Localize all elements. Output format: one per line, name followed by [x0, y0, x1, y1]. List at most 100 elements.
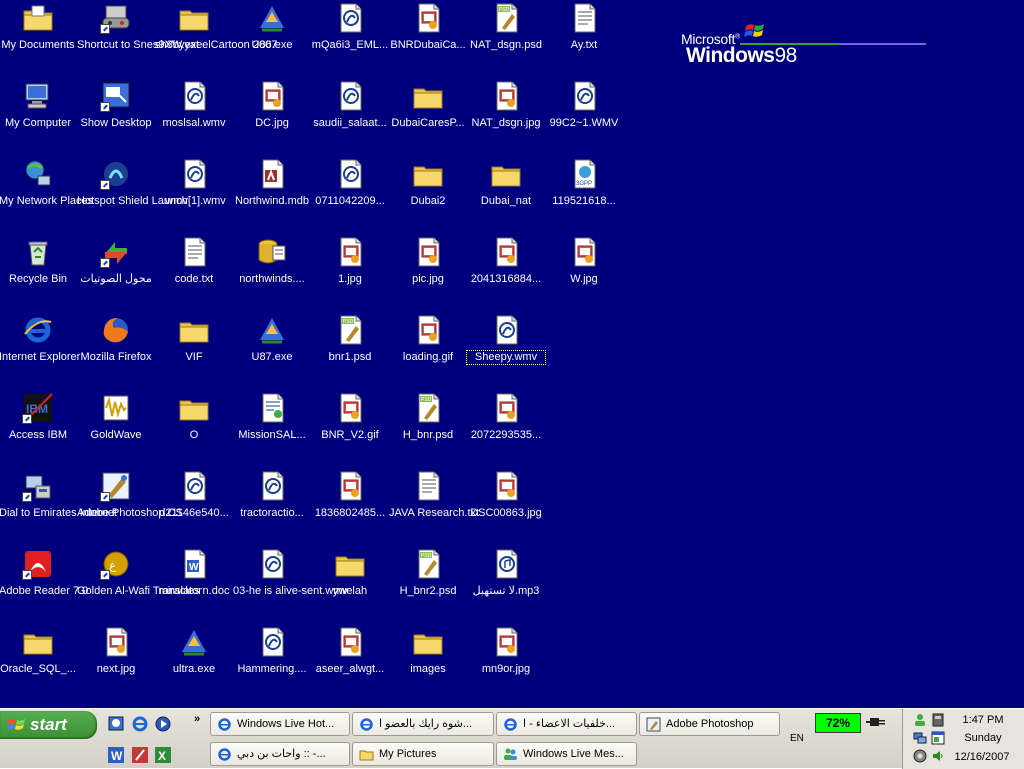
desktop-icon[interactable]: Northwind.mdb — [233, 158, 311, 234]
power-plug-icon[interactable] — [866, 715, 886, 729]
language-indicator[interactable]: EN — [790, 733, 804, 744]
desktop-icon[interactable]: code.txt — [155, 236, 233, 312]
desktop-icon[interactable]: U87.exe — [233, 314, 311, 390]
desktop-icon[interactable]: Adobe Reader 7.0 — [0, 548, 88, 624]
taskbar-button[interactable]: شوه رايك بالعضو ا... — [352, 712, 494, 736]
desktop-icon-label: saudii_salaat... — [313, 117, 387, 129]
desktop-icon[interactable]: VIF — [155, 314, 233, 390]
desktop-icon[interactable]: 3GPP 119521618... — [545, 158, 623, 234]
security-tray-icon[interactable] — [913, 749, 927, 763]
desktop-icon[interactable]: PSD H_bnr.psd — [389, 392, 467, 468]
desktop-icon[interactable]: ع Golden Al-Wafi Translator — [77, 548, 202, 624]
desktop-icon[interactable]: DC.jpg — [233, 80, 311, 156]
messenger-tray-icon[interactable] — [913, 713, 927, 727]
desktop-icon[interactable]: IBM Access IBM — [0, 392, 77, 468]
desktop-icon[interactable]: 0711042209... — [311, 158, 389, 234]
desktop-icon-label: Oracle_SQL_... — [0, 663, 76, 675]
desktop-icon[interactable]: GoldWave — [77, 392, 155, 468]
desktop-icon[interactable]: U86.exe — [233, 2, 311, 78]
desktop-icon[interactable]: 2041316884... — [467, 236, 545, 312]
desktop-icon[interactable]: W.jpg — [545, 236, 623, 312]
desktop-icon[interactable]: northwinds.... — [233, 236, 311, 312]
desktop-icon[interactable]: 99C2~1.WMV — [545, 80, 623, 156]
desktop-icon[interactable]: محول الصوتيات — [77, 236, 155, 312]
desktop-icon[interactable]: BNR_V2.gif — [311, 392, 389, 468]
desktop-icon[interactable]: Sheepy.wmv — [466, 314, 546, 390]
quicklaunch-media-player-icon[interactable] — [154, 715, 172, 733]
ie-icon — [217, 747, 232, 762]
windows-flag-icon — [8, 719, 25, 730]
desktop-icon[interactable]: Mozilla Firefox — [77, 314, 155, 390]
desktop-icon[interactable]: BNRDubaiCa... — [389, 2, 467, 78]
desktop-icon[interactable]: images — [389, 626, 467, 702]
clock-time[interactable]: 1:47 PM — [958, 714, 1008, 726]
taskbar-button[interactable]: واحات بن دبي :: -... — [210, 742, 350, 766]
desktop-icon[interactable]: Recycle Bin — [0, 236, 77, 312]
quicklaunch-word-icon[interactable]: W — [107, 746, 125, 764]
desktop-icon[interactable]: d21146e540... — [155, 470, 233, 546]
clock-date[interactable]: 12/16/2007 — [950, 751, 1014, 763]
desktop-icon[interactable]: PSD H_bnr2.psd — [389, 548, 467, 624]
desktop-icon[interactable]: My Computer — [0, 80, 77, 156]
desktop-icon[interactable]: 03-he is alive-sent.wmv — [233, 548, 348, 624]
taskbar-button[interactable]: خلفيات الاعضاء - ا... — [496, 712, 637, 736]
desktop-icon[interactable]: DubaiCaresP... — [389, 80, 467, 156]
quicklaunch-ie-icon[interactable] — [131, 715, 149, 733]
desktop[interactable]: Microsoft® Windows98 My Documents My Comp… — [0, 0, 1024, 708]
desktop-icon[interactable]: Hammering.... — [233, 626, 311, 702]
device-tray-icon[interactable] — [931, 713, 945, 727]
desktop-icon[interactable]: loading.gif — [389, 314, 467, 390]
volume-tray-icon[interactable] — [931, 749, 945, 763]
desktop-icon[interactable]: saudii_salaat... — [311, 80, 389, 156]
desktop-icon[interactable]: ywelah — [311, 548, 389, 624]
desktop-icon[interactable]: Dubai2 — [389, 158, 467, 234]
clock-day[interactable]: Sunday — [958, 732, 1008, 744]
desktop-icon[interactable]: next.jpg — [77, 626, 155, 702]
desktop-icon[interactable]: pic.jpg — [389, 236, 467, 312]
desktop-icon[interactable]: Adobe Photoshop CS — [77, 470, 183, 546]
desktop-icon[interactable]: Wmiracles n.doc — [155, 548, 233, 624]
desktop-icon[interactable]: 1836802485... — [311, 470, 389, 546]
quicklaunch-pen-icon[interactable] — [131, 746, 149, 764]
desktop-icon[interactable]: Hotspot Shield Launch — [77, 158, 188, 234]
quicklaunch-chevron-icon[interactable]: » — [194, 713, 200, 725]
desktop-icon[interactable]: tractoractio... — [233, 470, 311, 546]
quicklaunch-show-desktop-icon[interactable] — [107, 715, 125, 733]
desktop-icon[interactable]: Oracle_SQL_... — [0, 626, 77, 702]
desktop-icon[interactable]: ultra.exe — [155, 626, 233, 702]
network-tray-icon[interactable] — [913, 731, 927, 745]
desktop-icon[interactable]: moslsal.wmv — [155, 80, 233, 156]
battery-meter[interactable]: 72% — [815, 713, 861, 733]
desktop-icon[interactable]: لا تستهبل.mp3 — [467, 548, 545, 624]
desktop-icon[interactable]: Ay.txt — [545, 2, 623, 78]
desktop-icon[interactable]: NAT_dsgn.jpg — [467, 80, 545, 156]
taskbar-button[interactable]: Adobe Photoshop — [639, 712, 780, 736]
quicklaunch-excel-icon[interactable]: X — [154, 746, 172, 764]
desktop-icon[interactable]: O — [155, 392, 233, 468]
desktop-icon[interactable]: mQa6i3_EML... — [311, 2, 389, 78]
desktop-icon[interactable]: JAVA Research.txt — [389, 470, 479, 546]
desktop-icon[interactable]: My Network Places — [0, 158, 93, 234]
taskbar-button[interactable]: Windows Live Hot... — [210, 712, 350, 736]
desktop-icon[interactable]: Show Desktop — [77, 80, 155, 156]
desktop-icon[interactable]: sh3byyat elCartoon 2007 — [155, 2, 277, 78]
taskbar-button[interactable]: My Pictures — [352, 742, 494, 766]
desktop-icon[interactable]: 2072293535... — [467, 392, 545, 468]
taskbar-button[interactable]: Windows Live Mes... — [496, 742, 637, 766]
desktop-icon[interactable]: 1.jpg — [311, 236, 389, 312]
desktop-icon[interactable]: Internet Explorer — [0, 314, 80, 390]
desktop-icon[interactable]: PSD NAT_dsgn.psd — [467, 2, 545, 78]
desktop-icon[interactable]: .wmv[1].wmv — [155, 158, 233, 234]
desktop-icon[interactable]: mn9or.jpg — [467, 626, 545, 702]
start-button[interactable]: start — [0, 711, 97, 739]
desktop-icon[interactable]: Dubai_nat — [467, 158, 545, 234]
desktop-icon[interactable]: Shortcut to Snes9XW.exe — [77, 2, 202, 78]
desktop-icon[interactable]: Dial to Emirates Internet — [0, 470, 117, 546]
image-file-icon — [412, 236, 444, 268]
desktop-icon[interactable]: PSD bnr1.psd — [311, 314, 389, 390]
window-tray-icon[interactable] — [931, 731, 945, 745]
desktop-icon[interactable]: aseer_alwgt... — [311, 626, 389, 702]
desktop-icon[interactable]: DSC00863.jpg — [467, 470, 545, 546]
desktop-icon[interactable]: MissionSAL... — [233, 392, 311, 468]
desktop-icon[interactable]: My Documents — [0, 2, 77, 78]
